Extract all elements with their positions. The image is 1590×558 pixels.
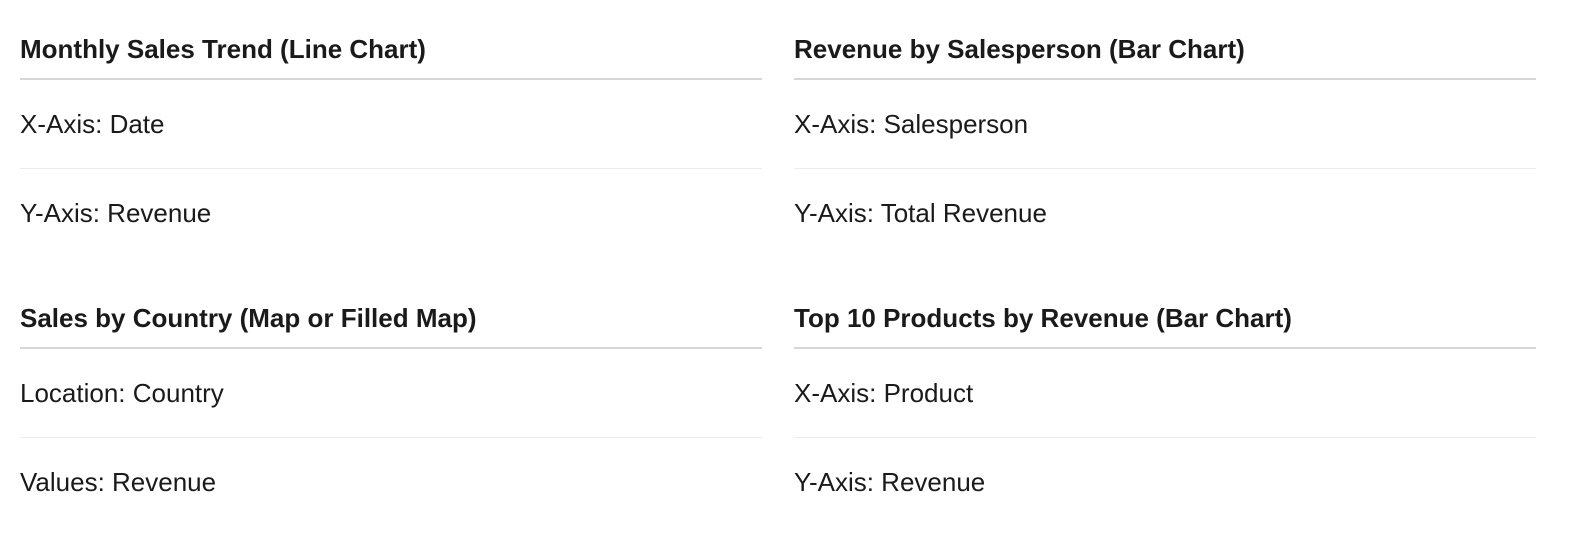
section-row: Values: Revenue [20,467,217,497]
section-row: Y-Axis: Revenue [794,467,986,497]
section-top-10-products: Top 10 Products by Revenue (Bar Chart) X… [794,289,1536,527]
section-row: X-Axis: Product [794,349,1536,438]
section-title: Monthly Sales Trend (Line Chart) [20,20,762,80]
section-title: Sales by Country (Map or Filled Map) [20,289,762,349]
section-title: Revenue by Salesperson (Bar Chart) [794,20,1536,80]
section-revenue-by-salesperson: Revenue by Salesperson (Bar Chart) X-Axi… [794,20,1536,258]
section-row: Location: Country [20,349,762,438]
section-sales-by-country: Sales by Country (Map or Filled Map) Loc… [20,289,762,527]
section-row: Y-Axis: Total Revenue [794,198,1047,228]
chart-spec-grid: Monthly Sales Trend (Line Chart) X-Axis:… [0,0,1590,558]
section-row: Y-Axis: Revenue [20,198,212,228]
section-row: X-Axis: Date [20,80,762,169]
section-row: X-Axis: Salesperson [794,80,1536,169]
section-title: Top 10 Products by Revenue (Bar Chart) [794,289,1536,349]
section-monthly-sales-trend: Monthly Sales Trend (Line Chart) X-Axis:… [20,20,762,258]
